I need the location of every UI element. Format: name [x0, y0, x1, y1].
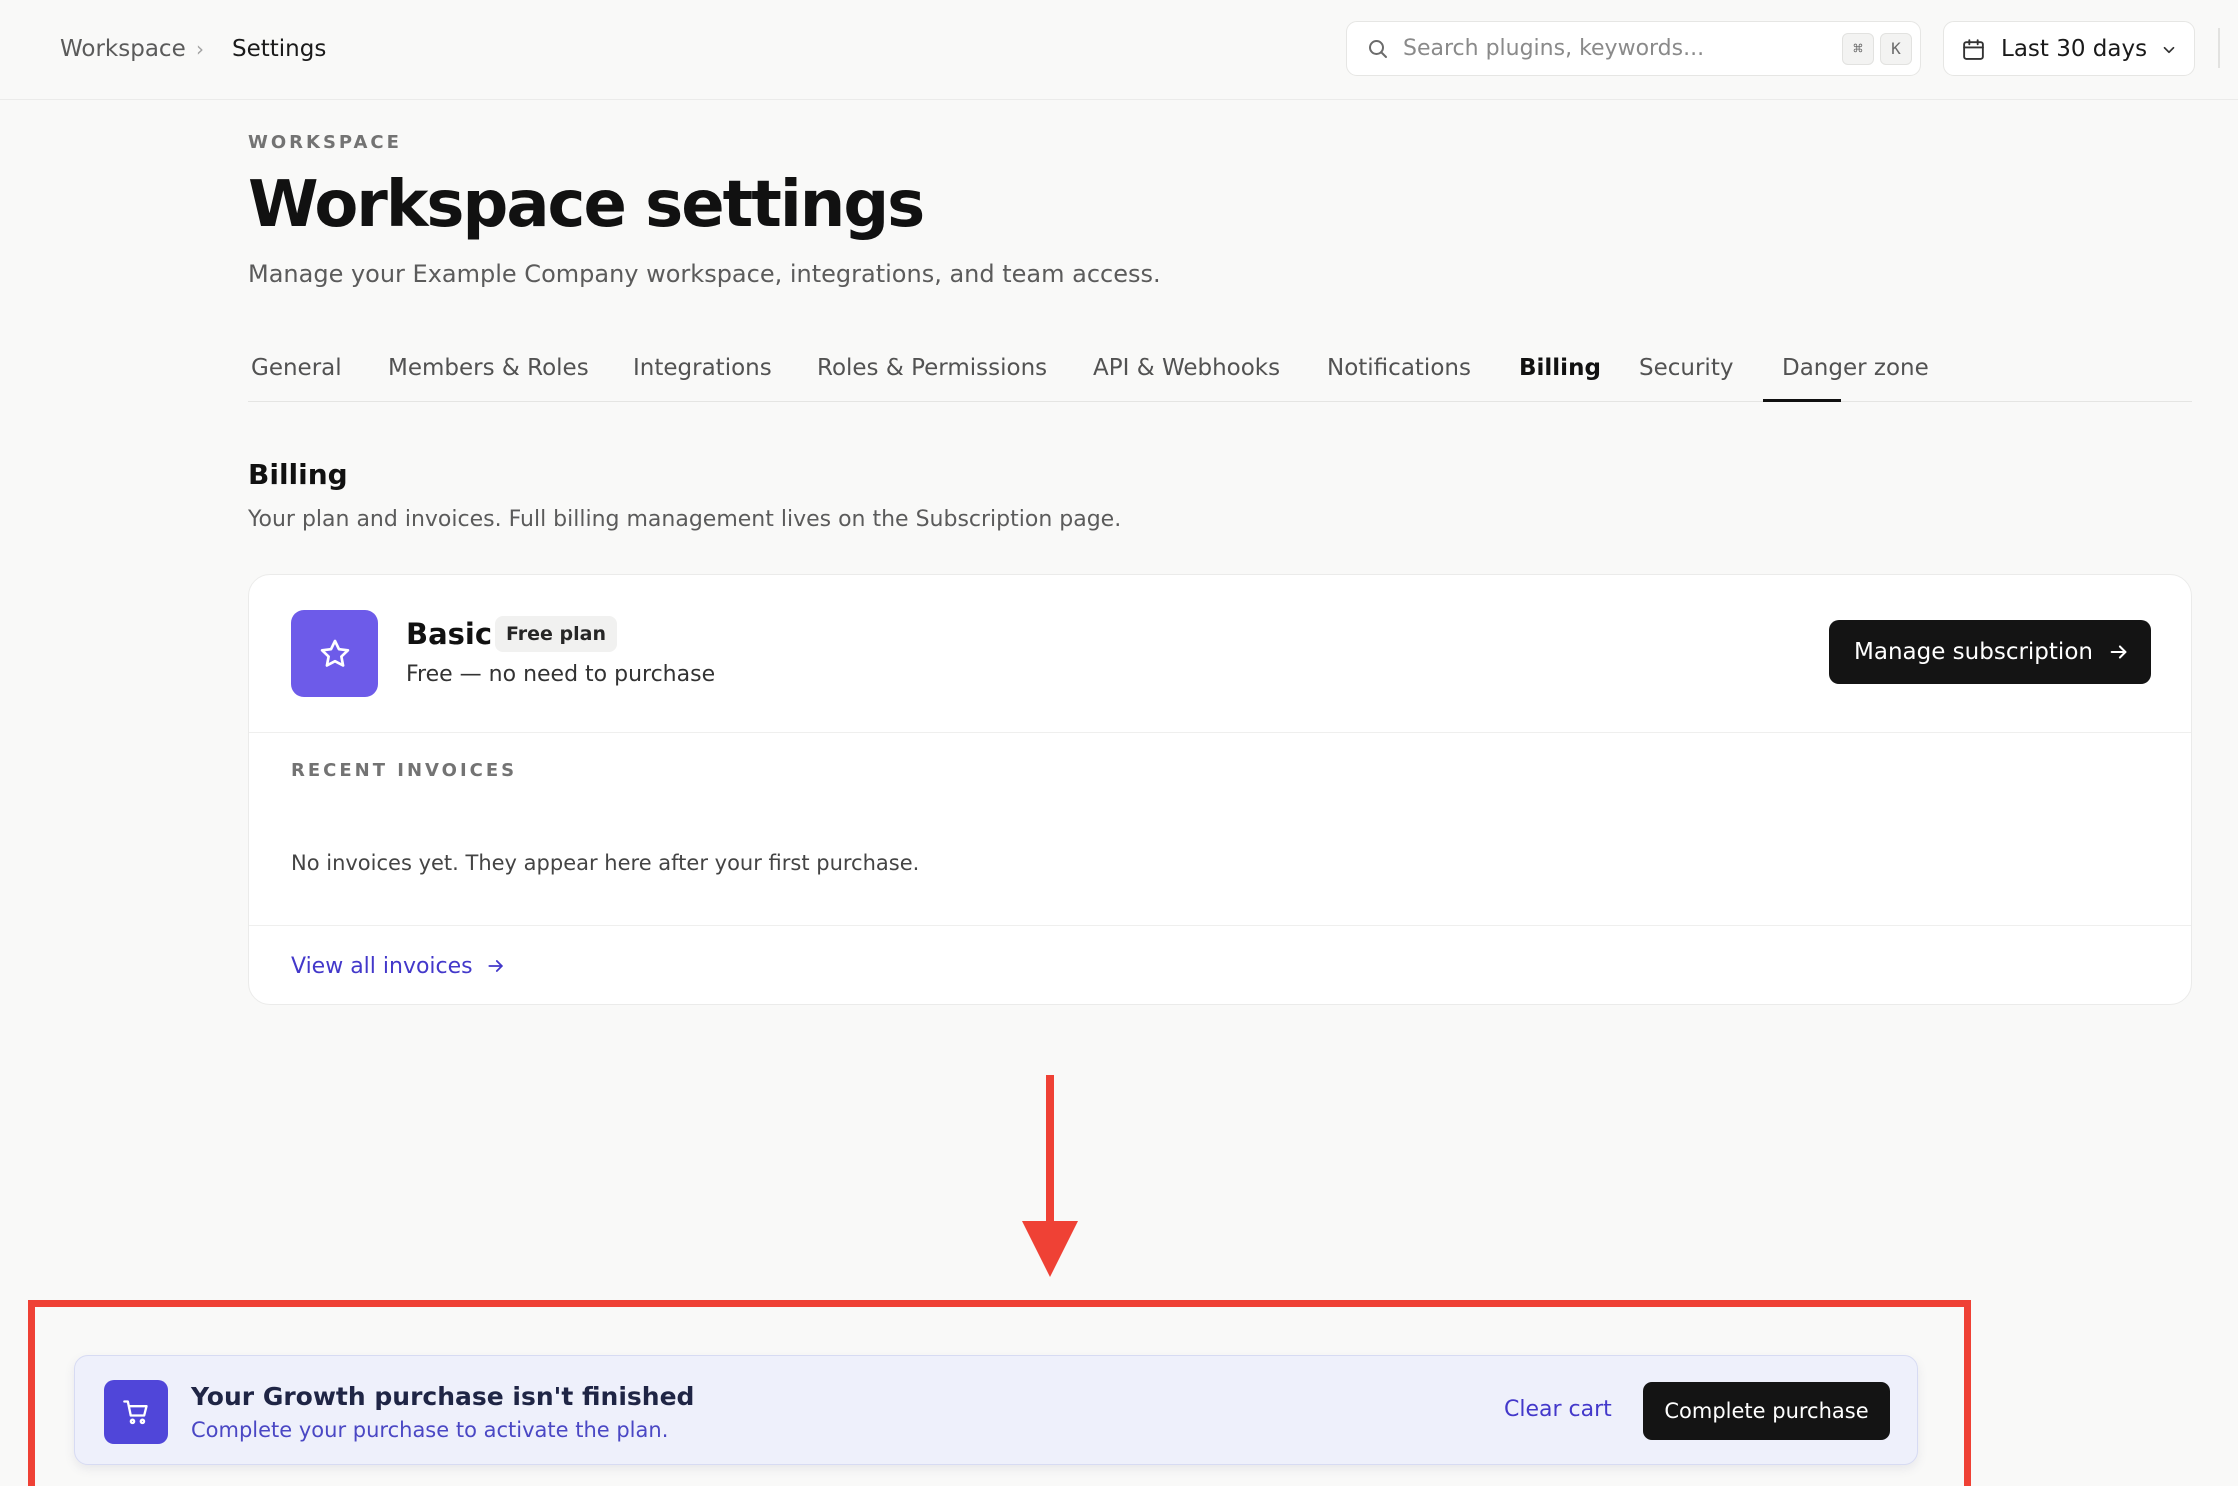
cart-banner-title: Your Growth purchase isn't finished	[191, 1382, 695, 1411]
recent-invoices-label: RECENT INVOICES	[291, 760, 518, 781]
tab-members-roles[interactable]: Members & Roles	[388, 352, 589, 384]
manage-subscription-button[interactable]: Manage subscription	[1829, 620, 2151, 684]
star-icon	[320, 639, 350, 667]
arrow-right-icon	[488, 960, 503, 972]
billing-description: Your plan and invoices. Full billing man…	[248, 507, 1122, 532]
billing-title: Billing	[248, 458, 348, 491]
search-icon	[1369, 40, 1387, 58]
divider	[249, 732, 2191, 733]
page-eyebrow: WORKSPACE	[248, 132, 402, 153]
shortcut-command-key: ⌘	[1842, 33, 1874, 65]
clear-cart-button[interactable]: Clear cart	[1504, 1394, 1612, 1426]
tab-general[interactable]: General	[251, 352, 342, 384]
arrow-right-icon	[2110, 645, 2127, 659]
chevron-down-icon	[2163, 46, 2175, 54]
cart-icon-tile	[104, 1380, 168, 1444]
page-title: Workspace settings	[248, 168, 925, 242]
search-input[interactable]	[1403, 32, 1803, 65]
tab-api-webhooks[interactable]: API & Webhooks	[1093, 352, 1280, 384]
cart-banner-subtitle: Complete your purchase to activate the p…	[191, 1418, 669, 1442]
cart-icon	[123, 1400, 148, 1425]
tab-danger-zone[interactable]: Danger zone	[1782, 352, 1929, 384]
settings-tabs: General Members & Roles Integrations Rol…	[248, 340, 2192, 402]
shortcut-k-key: K	[1880, 33, 1912, 65]
tab-security[interactable]: Security	[1639, 352, 1733, 384]
annotation-arrow-icon	[1022, 1075, 1078, 1277]
view-all-invoices-link[interactable]: View all invoices	[291, 952, 506, 982]
tab-roles-permissions[interactable]: Roles & Permissions	[817, 352, 1047, 384]
search-box[interactable]: ⌘ K	[1346, 21, 1921, 76]
page-subtitle: Manage your Example Company workspace, i…	[248, 260, 1161, 288]
divider	[2218, 28, 2220, 68]
view-all-invoices-label: View all invoices	[291, 954, 473, 979]
breadcrumb-workspace[interactable]: Workspace	[60, 33, 186, 65]
complete-purchase-button[interactable]: Complete purchase	[1643, 1382, 1890, 1440]
active-tab-indicator	[1763, 399, 1841, 402]
top-bar: Workspace › Settings ⌘ K Last 30 days	[0, 0, 2238, 100]
date-range-label: Last 30 days	[2001, 36, 2148, 62]
tab-notifications[interactable]: Notifications	[1327, 352, 1471, 384]
plan-icon-tile	[291, 610, 378, 697]
plan-name: Basic	[406, 617, 493, 651]
tab-billing[interactable]: Billing	[1519, 352, 1601, 384]
invoices-empty-state: No invoices yet. They appear here after …	[291, 851, 920, 875]
date-range-select[interactable]: Last 30 days	[1943, 21, 2195, 76]
plan-description: Free — no need to purchase	[406, 662, 716, 687]
manage-subscription-label: Manage subscription	[1854, 639, 2093, 665]
calendar-icon	[1963, 39, 1984, 60]
cart-reminder-banner: Your Growth purchase isn't finished Comp…	[74, 1355, 1918, 1465]
breadcrumb-settings: Settings	[232, 36, 327, 62]
plan-badge: Free plan	[495, 616, 617, 652]
chevron-right-icon: ›	[196, 37, 204, 61]
tab-integrations[interactable]: Integrations	[633, 352, 772, 384]
divider	[249, 925, 2191, 926]
billing-card: Basic Free plan Free — no need to purcha…	[248, 574, 2192, 1005]
